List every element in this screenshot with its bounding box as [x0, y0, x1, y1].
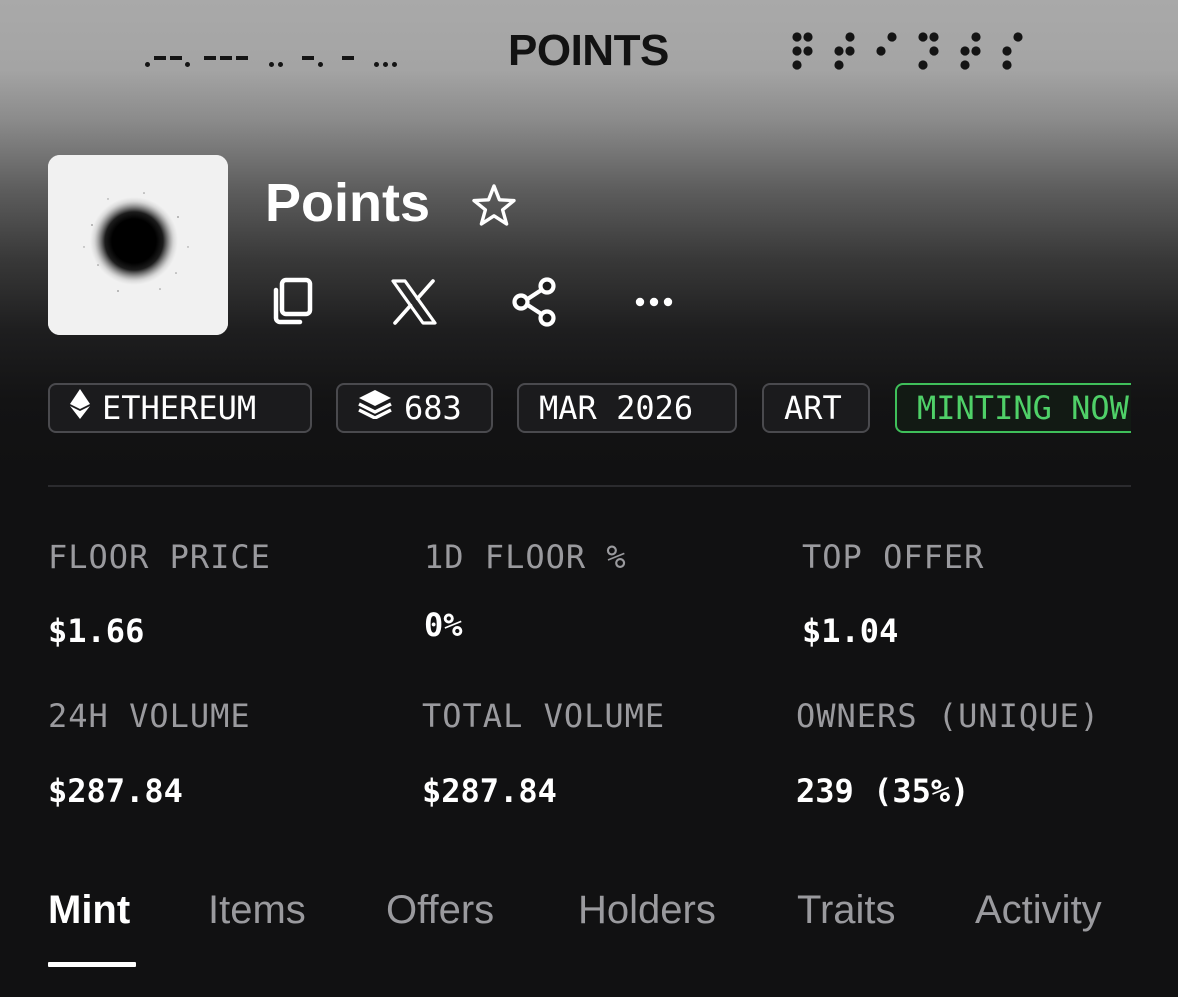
tab-holders[interactable]: Holders: [578, 884, 716, 936]
tab-activity[interactable]: Activity: [975, 884, 1102, 936]
active-tab-indicator: [48, 962, 136, 967]
copy-button[interactable]: [262, 272, 322, 332]
top-offer-label: TOP OFFER: [802, 538, 985, 576]
copy-icon: [273, 277, 313, 325]
blurred-dot-image: [48, 155, 228, 335]
top-offer-value: $1.04: [802, 612, 899, 650]
volume-24h-label: 24H VOLUME: [48, 697, 251, 735]
minting-status-label: MINTING NOW: [917, 389, 1129, 427]
category-tag[interactable]: ART: [762, 383, 870, 433]
ethereum-icon: [70, 385, 90, 431]
floor-change-label: 1D FLOOR %: [424, 538, 627, 576]
more-horizontal-icon: [635, 297, 673, 307]
tab-offers[interactable]: Offers: [386, 884, 494, 936]
layers-icon: [358, 385, 392, 431]
floor-price-value: $1.66: [48, 612, 145, 650]
total-volume-value: $287.84: [422, 772, 557, 810]
x-logo-icon: [391, 279, 437, 325]
braille-banner-text: [792, 32, 1023, 70]
morse-code-banner-text: [145, 56, 397, 67]
owners-value: 239 (35%): [796, 772, 970, 810]
owners-label: OWNERS (UNIQUE): [796, 697, 1100, 735]
floor-change-value: 0%: [424, 606, 463, 644]
star-outline-icon[interactable]: [468, 180, 520, 232]
chain-label: ETHEREUM: [102, 389, 257, 427]
volume-24h-value: $287.84: [48, 772, 183, 810]
chain-tag[interactable]: ETHEREUM: [48, 383, 312, 433]
items-count: 683: [404, 389, 462, 427]
minting-status-tag[interactable]: MINTING NOW: [895, 383, 1131, 433]
more-options-button[interactable]: [624, 272, 684, 332]
tab-traits[interactable]: Traits: [797, 884, 896, 936]
category-label: ART: [784, 389, 842, 427]
items-count-tag[interactable]: 683: [336, 383, 493, 433]
tab-mint[interactable]: Mint: [48, 884, 130, 936]
date-tag[interactable]: MAR 2026: [517, 383, 737, 433]
x-profile-button[interactable]: [384, 272, 444, 332]
collection-thumbnail: [48, 155, 228, 335]
date-label: MAR 2026: [539, 389, 694, 427]
tab-items[interactable]: Items: [208, 884, 306, 936]
share-icon: [512, 277, 556, 327]
banner-title: POINTS: [508, 26, 669, 75]
collection-title: Points: [265, 173, 431, 233]
total-volume-label: TOTAL VOLUME: [422, 697, 666, 735]
share-button[interactable]: [504, 272, 564, 332]
floor-price-label: FLOOR PRICE: [48, 538, 271, 576]
section-divider: [48, 485, 1131, 487]
collection-tags: ETHEREUM 683 MAR 2026 ART MINTING NOW: [48, 383, 1131, 437]
